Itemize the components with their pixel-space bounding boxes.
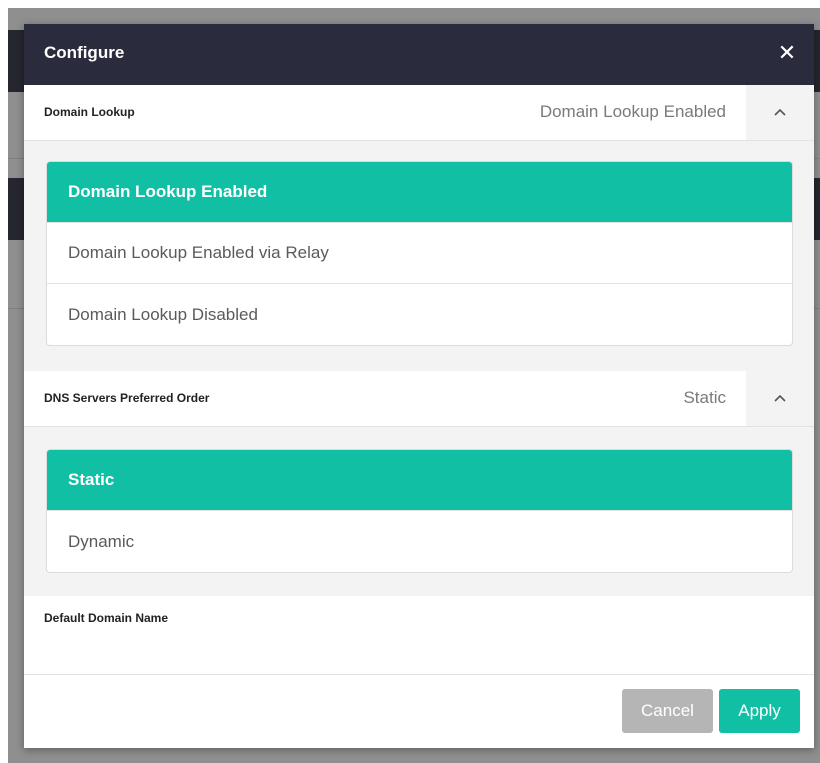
dialog-header: Configure ✕ [24,24,814,85]
cancel-button[interactable]: Cancel [622,689,713,733]
apply-button[interactable]: Apply [719,689,800,733]
chevron-up-icon [774,394,786,402]
domain-lookup-value: Domain Lookup Enabled [539,102,726,121]
dns-servers-row[interactable]: DNS Servers Preferred Order Static [24,371,814,427]
domain-lookup-options: Domain Lookup Enabled Domain Lookup Enab… [46,161,793,346]
dns-servers-value: Static [683,388,726,407]
option-domain-lookup-enabled-via-relay[interactable]: Domain Lookup Enabled via Relay [47,223,792,284]
default-domain-name-field[interactable]: Default Domain Name [24,596,814,675]
dialog-title: Configure [44,43,125,62]
option-static[interactable]: Static [47,450,792,511]
dns-servers-options: Static Dynamic [46,449,793,573]
dns-servers-collapse-button[interactable] [746,371,814,426]
close-button[interactable]: ✕ [772,38,802,68]
option-dynamic[interactable]: Dynamic [47,511,792,572]
dns-servers-label: DNS Servers Preferred Order [44,391,210,405]
domain-lookup-collapse-button[interactable] [746,85,814,140]
default-domain-name-label: Default Domain Name [44,611,169,625]
configure-dialog: Configure ✕ Domain Lookup Domain Lookup … [24,24,814,748]
option-domain-lookup-disabled[interactable]: Domain Lookup Disabled [47,284,792,345]
domain-lookup-row[interactable]: Domain Lookup Domain Lookup Enabled [24,85,814,141]
chevron-up-icon [774,108,786,116]
close-icon: ✕ [777,40,797,65]
dialog-footer: Cancel Apply [24,675,814,748]
option-domain-lookup-enabled[interactable]: Domain Lookup Enabled [47,162,792,223]
domain-lookup-label: Domain Lookup [44,105,135,119]
